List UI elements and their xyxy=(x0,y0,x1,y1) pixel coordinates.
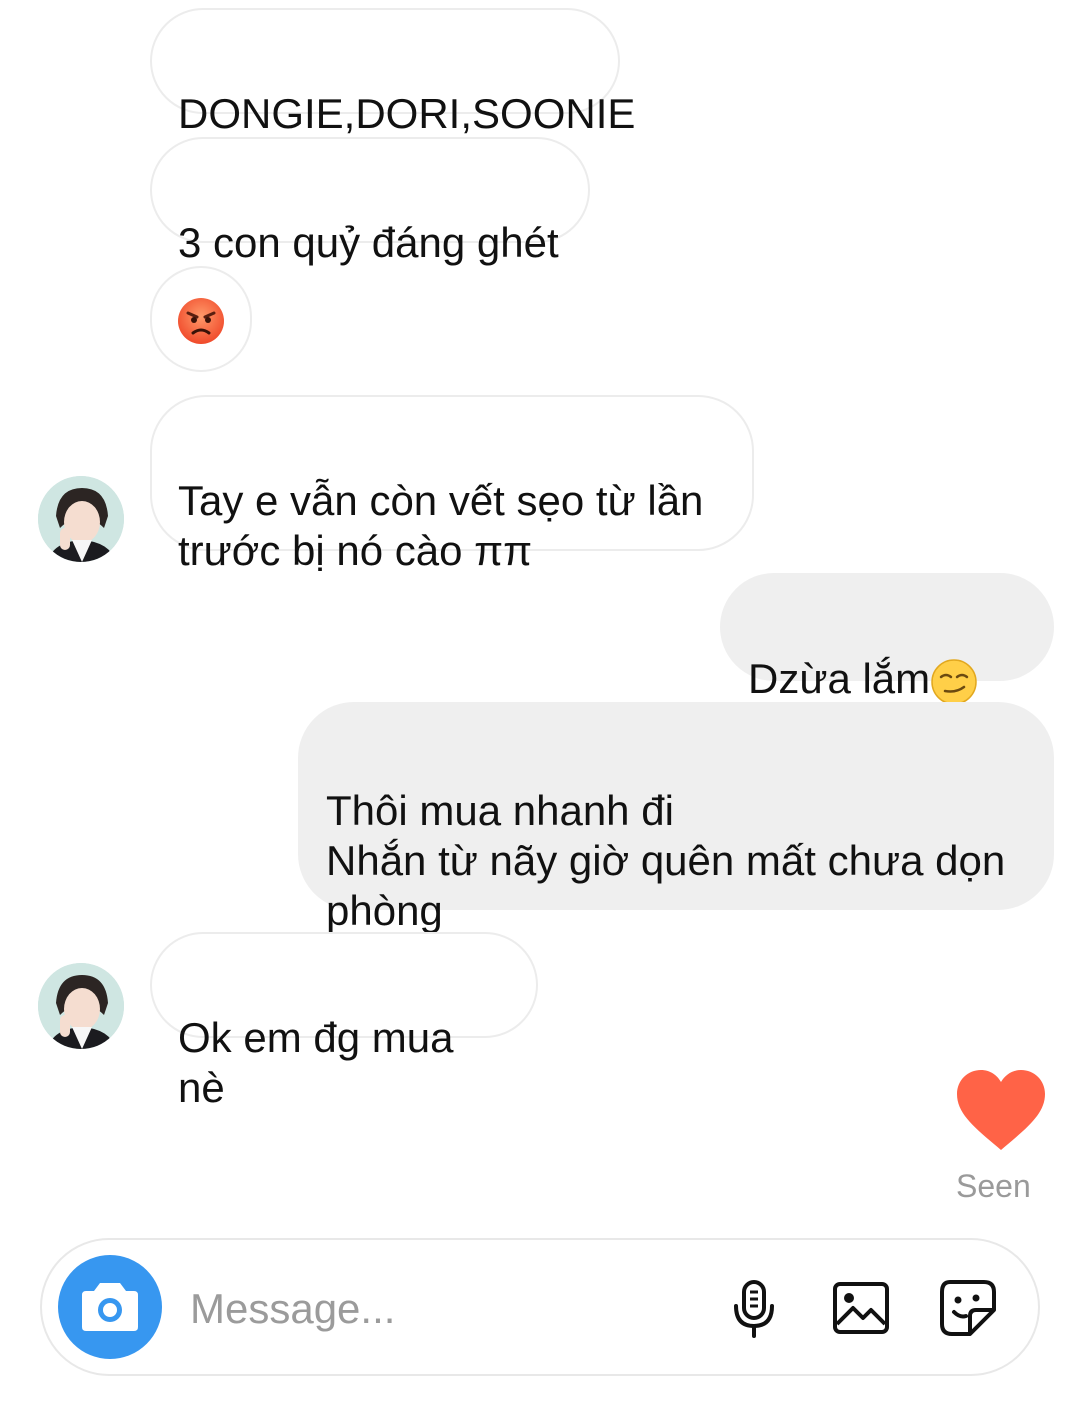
angry-face-icon xyxy=(178,298,224,344)
heart-icon[interactable] xyxy=(955,1068,1047,1152)
message-text: DONGIE,DORI,SOONIE xyxy=(178,90,636,137)
message-bubble[interactable] xyxy=(150,266,252,372)
message-text: Ok em đg mua nè xyxy=(178,1014,454,1111)
message-bubble[interactable]: DONGIE,DORI,SOONIE xyxy=(150,8,635,137)
message-text: Dzừa lắm xyxy=(748,655,931,702)
message-input[interactable] xyxy=(188,1270,712,1348)
message-bubble[interactable]: Thôi mua nhanh đi Nhắn từ nãy giờ quên m… xyxy=(298,702,1054,934)
microphone-icon[interactable] xyxy=(722,1276,786,1340)
smirking-face-icon xyxy=(931,659,977,705)
gallery-icon[interactable] xyxy=(829,1276,893,1340)
seen-status: Seen xyxy=(956,1168,1031,1204)
message-text: Thôi mua nhanh đi Nhắn từ nãy giờ quên m… xyxy=(326,787,1006,934)
message-bubble[interactable]: Dzừa lắm xyxy=(720,573,1054,757)
camera-button[interactable] xyxy=(58,1255,162,1359)
message-bubble[interactable]: Tay e vẫn còn vết sẹo từ lần trước bị nó… xyxy=(150,395,754,574)
message-bubble[interactable]: Ok em đg mua nè xyxy=(150,932,538,1111)
message-composer xyxy=(40,1238,1040,1376)
avatar[interactable] xyxy=(38,963,124,1049)
avatar[interactable] xyxy=(38,476,124,562)
message-text: Tay e vẫn còn vết sẹo từ lần trước bị nó… xyxy=(178,477,704,574)
message-text: 3 con quỷ đáng ghét xyxy=(178,219,559,266)
camera-icon xyxy=(82,1283,138,1331)
sticker-icon[interactable] xyxy=(936,1276,1000,1340)
message-bubble[interactable]: 3 con quỷ đáng ghét xyxy=(150,137,590,266)
